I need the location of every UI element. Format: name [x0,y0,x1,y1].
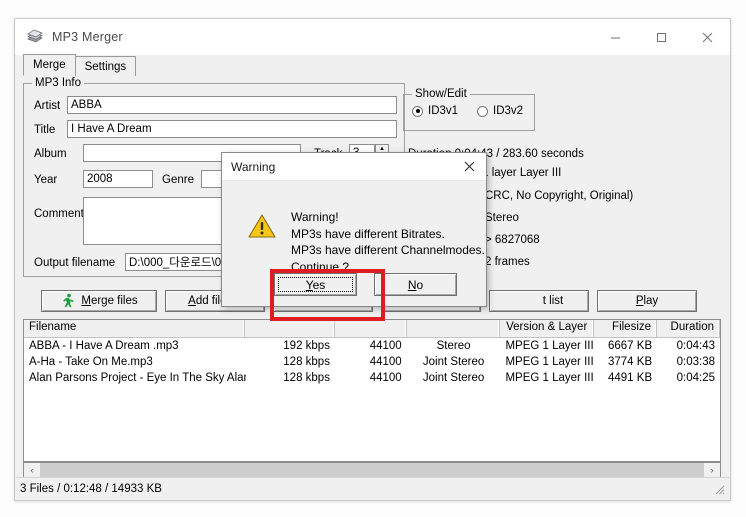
table-row[interactable]: ABBA - I Have A Dream .mp3 192 kbps 4410… [24,338,720,354]
dialog-no-label: No [408,278,423,292]
cell-filesize: 4491 KB [608,372,653,384]
play-rest: lay [643,295,659,307]
radio-id3v2[interactable]: ID3v2 [477,105,523,117]
scrollbar-thumb[interactable] [40,463,704,477]
year-label: Year [34,174,58,186]
mp3-info-group-title: MP3 Info [32,77,85,89]
dialog-no-button[interactable]: No [374,273,457,296]
cell-mode: Stereo [436,340,471,352]
comment-label: Comment [34,208,84,220]
dialog-title: Warning [231,159,276,174]
title-input[interactable]: I Have A Dream [67,120,397,138]
cell-filename: ABBA - I Have A Dream .mp3 [29,340,179,352]
cell-filesize: 6667 KB [608,340,653,352]
maximize-button[interactable] [638,19,684,55]
cell-version: MPEG 1 Layer III [505,372,594,384]
yes-button-highlight [270,269,385,321]
close-button[interactable] [684,19,730,55]
table-row[interactable]: Alan Parsons Project - Eye In The Sky Al… [24,370,720,386]
cell-duration: 0:04:43 [676,340,716,352]
cell-version: MPEG 1 Layer III [505,356,594,368]
radio-id3v2-label: ID3v2 [493,105,524,117]
cell-frequency: 44100 [369,356,402,368]
minimize-button[interactable] [592,19,638,55]
dialog-title-bar: Warning [222,153,486,181]
column-filename[interactable]: Filename [24,320,246,337]
radio-id3v2-indicator[interactable] [477,105,488,117]
detail-crc: CRC, No Copyright, Original) [485,190,634,202]
scroll-left-icon[interactable]: ‹ [24,465,40,475]
cell-mode: Joint Stereo [422,372,485,384]
cell-bitrate: 128 kbps [283,372,330,384]
no-rest: o [416,277,424,292]
cell-bitrate: 128 kbps [283,356,330,368]
tab-merge-label: Merge [33,59,66,71]
tab-settings[interactable]: Settings [74,56,137,76]
dialog-close-button[interactable] [452,153,486,180]
cell-bitrate: 192 kbps [283,340,330,352]
play-label: Play [636,295,658,307]
cell-frequency: 44100 [369,340,402,352]
cell-duration: 0:04:25 [676,372,716,384]
genre-label: Genre [162,174,194,186]
merge-files-button[interactable]: Merge files [41,290,157,312]
column-duration[interactable]: Duration [657,320,720,337]
column-bitrate[interactable] [245,320,335,337]
sort-list-label: t list [542,295,564,307]
window-title: MP3 Merger [52,30,123,44]
artist-input[interactable]: ABBA [67,96,397,114]
radio-id3v1-label: ID3v1 [428,105,459,117]
tab-merge[interactable]: Merge [23,54,76,76]
column-mode[interactable] [407,320,501,337]
dialog-message: Warning! MP3s have different Bitrates. M… [291,210,485,274]
merge-files-label: Merge files [81,295,137,307]
cell-version: MPEG 1 Layer III [505,340,594,352]
tab-settings-label: Settings [84,60,127,73]
artist-label: Artist [34,100,61,112]
window-controls [592,19,730,55]
cell-duration: 0:03:38 [676,356,716,368]
horizontal-scrollbar[interactable]: ‹ › [23,462,721,478]
sort-list-button[interactable]: t list [489,290,589,312]
radio-id3v1[interactable]: ID3v1 [412,105,458,117]
album-label: Album [34,148,67,160]
table-row[interactable]: A-Ha - Take On Me.mp3 128 kbps 44100 Joi… [24,354,720,370]
warning-triangle-icon [248,213,276,239]
scroll-right-icon[interactable]: › [704,465,720,475]
cell-filesize: 3774 KB [608,356,653,368]
artist-value: ABBA [71,99,102,111]
detail-frames: 2 frames [485,256,530,268]
merge-accel: M [81,295,91,307]
detail-bytes: > 6827068 [485,234,540,246]
column-frequency[interactable] [335,320,407,337]
year-value: 2008 [87,173,113,185]
detail-channel: Stereo [485,212,519,224]
status-text: 3 Files / 0:12:48 / 14933 KB [20,482,162,495]
output-filename-label: Output filename [34,257,116,269]
tab-strip-end [135,58,137,75]
file-list-header: Filename Version & Layer Filesize Durati… [24,320,720,338]
resize-grip-icon[interactable] [715,485,725,495]
radio-id3v1-indicator[interactable] [412,105,423,117]
play-button[interactable]: Play [597,290,697,312]
column-filesize[interactable]: Filesize [594,320,658,337]
cell-filename: A-Ha - Take On Me.mp3 [29,356,153,368]
runner-icon [60,293,76,309]
show-edit-group-title: Show/Edit [412,88,470,100]
tab-strip: Merge Settings [23,54,137,76]
add-accel: A [188,295,196,307]
merge-rest: erge files [90,295,138,307]
column-version-layer[interactable]: Version & Layer [500,320,595,337]
year-input[interactable]: 2008 [83,170,153,188]
file-list[interactable]: Filename Version & Layer Filesize Durati… [23,319,721,462]
app-icon [25,28,45,46]
status-bar: 3 Files / 0:12:48 / 14933 KB [16,477,729,499]
title-value: I Have A Dream [71,123,152,135]
title-label: Title [34,124,56,136]
cell-filename: Alan Parsons Project - Eye In The Sky Al… [29,372,246,384]
title-bar: MP3 Merger [15,19,730,55]
cell-frequency: 44100 [369,372,402,384]
cell-mode: Joint Stereo [422,356,485,368]
